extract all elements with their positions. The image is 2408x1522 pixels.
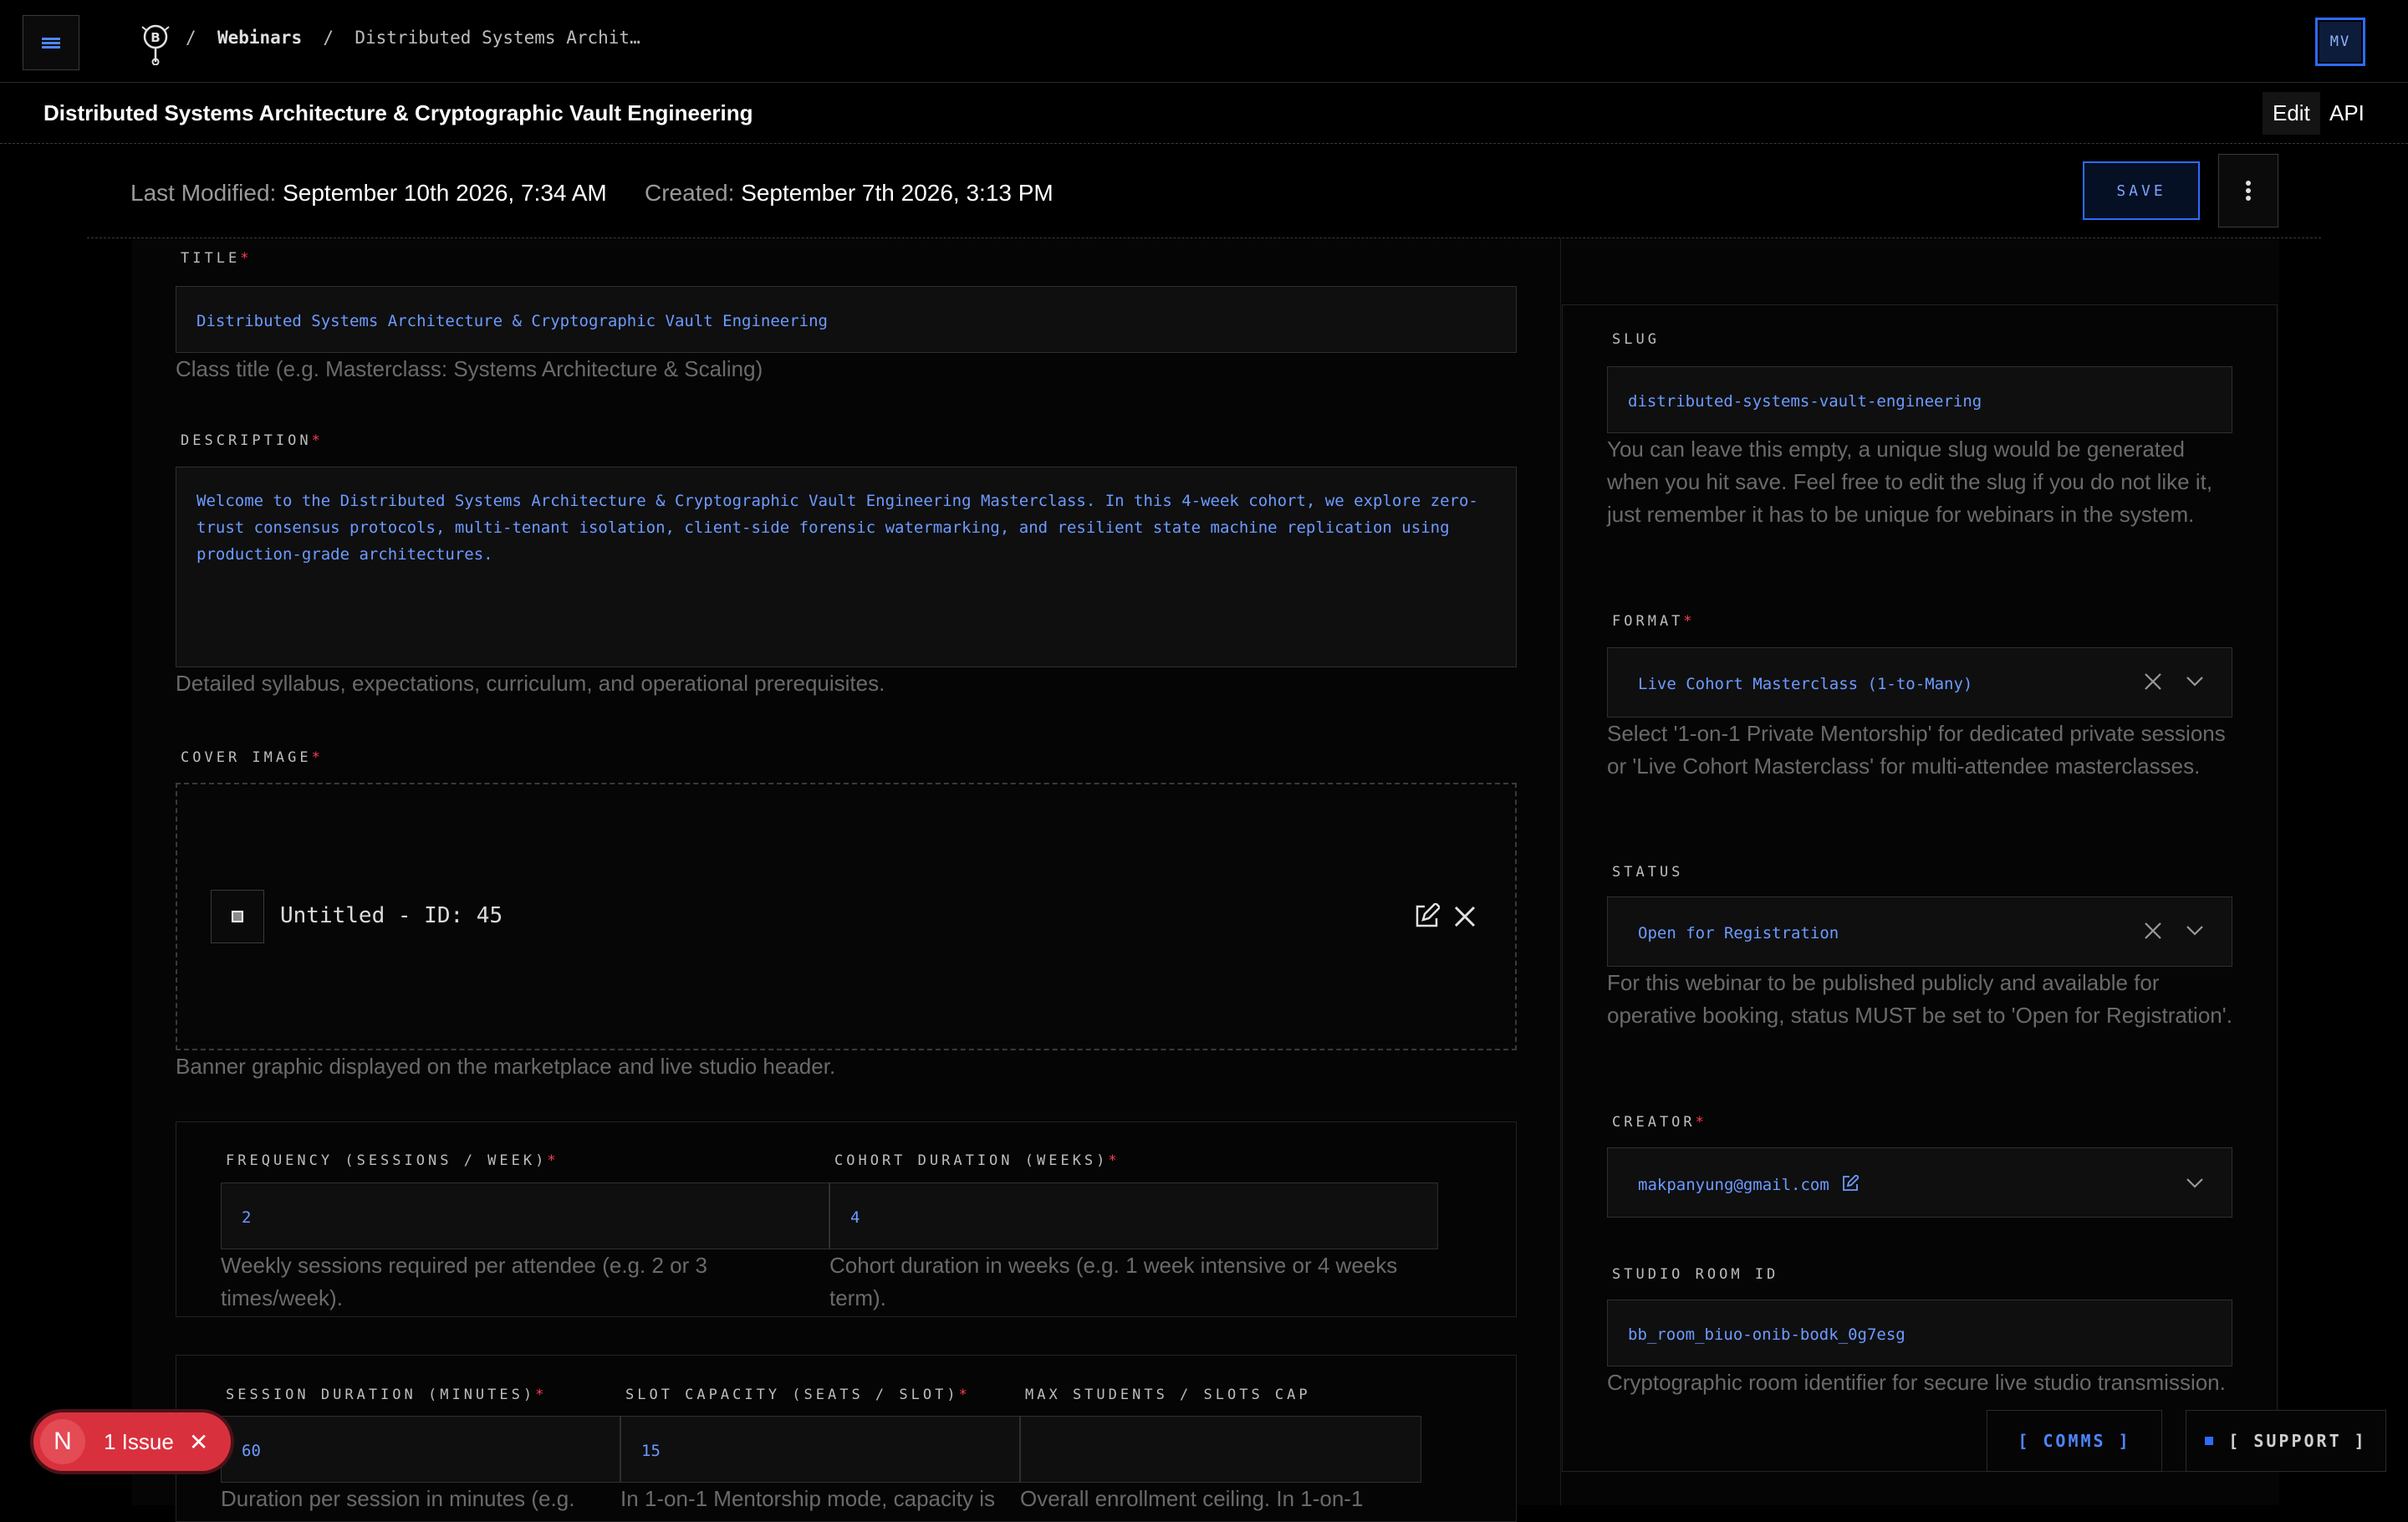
remove-icon[interactable] <box>1453 905 1477 932</box>
frequency-input[interactable]: 2 <box>221 1182 829 1249</box>
clear-status-icon[interactable] <box>2144 922 2162 944</box>
title-label: TITLE* <box>181 250 253 267</box>
frequency-help: Weekly sessions required per attendee (e… <box>221 1253 707 1310</box>
description-help: Detailed syllabus, expectations, curricu… <box>176 671 885 696</box>
slot-capacity-input[interactable]: 15 <box>620 1416 1020 1483</box>
max-students-help: Overall enrollment ceiling. In 1-on-1 <box>1020 1486 1364 1511</box>
issues-badge[interactable]: N 1 Issue ✕ <box>33 1412 231 1471</box>
support-button[interactable]: [ SUPPORT ] <box>2186 1410 2386 1472</box>
page-title: Distributed Systems Architecture & Crypt… <box>43 100 753 125</box>
format-help: Select '1-on-1 Private Mentorship' for d… <box>1607 721 2226 779</box>
format-label: FORMAT* <box>1612 613 1696 630</box>
description-textarea[interactable]: Welcome to the Distributed Systems Archi… <box>176 467 1517 667</box>
created-value: September 7th 2026, 3:13 PM <box>741 180 1054 206</box>
last-modified: Last Modified: September 10th 2026, 7:34… <box>130 180 607 206</box>
slot-capacity-label: SLOT CAPACITY (SEATS / SLOT)* <box>625 1387 971 1403</box>
comms-button[interactable]: [ COMMS ] <box>1987 1410 2162 1472</box>
slot-capacity-help: In 1-on-1 Mentorship mode, capacity is <box>620 1486 995 1511</box>
save-button[interactable]: SAVE <box>2083 161 2200 220</box>
header-divider <box>0 143 2408 144</box>
cover-image-label: COVER IMAGE* <box>181 749 324 766</box>
status-label: STATUS <box>1612 864 1684 881</box>
last-modified-value: September 10th 2026, 7:34 AM <box>283 180 607 206</box>
nav-divider <box>0 82 2408 83</box>
next-logo-icon: N <box>40 1419 85 1464</box>
breadcrumb-separator: / <box>323 28 334 48</box>
edit-icon[interactable] <box>1413 901 1441 934</box>
cohort-duration-help: Cohort duration in weeks (e.g. 1 week in… <box>829 1253 1398 1310</box>
session-duration-input[interactable]: 60 <box>221 1416 620 1483</box>
breadcrumb-webinars[interactable]: Webinars <box>217 28 302 48</box>
tab-edit[interactable]: Edit <box>2263 92 2320 135</box>
close-icon[interactable]: ✕ <box>189 1428 208 1456</box>
title-input[interactable]: Distributed Systems Architecture & Crypt… <box>176 286 1517 353</box>
studio-room-help: Cryptographic room identifier for secure… <box>1607 1370 2226 1395</box>
logo-icon[interactable]: B <box>134 18 177 66</box>
image-icon <box>232 911 243 922</box>
created: Created: September 7th 2026, 3:13 PM <box>645 180 1054 206</box>
frequency-label: FREQUENCY (SESSIONS / WEEK)* <box>226 1152 559 1169</box>
description-label: DESCRIPTION* <box>181 432 324 449</box>
slug-input[interactable]: distributed-systems-vault-engineering <box>1607 366 2232 433</box>
avatar[interactable]: MV <box>2315 18 2365 66</box>
edit-creator-icon[interactable] <box>1842 1173 1860 1196</box>
session-duration-help: Duration per session in minutes (e.g. <box>221 1486 575 1511</box>
chevron-down-icon[interactable] <box>2186 925 2204 941</box>
clear-format-icon[interactable] <box>2144 672 2162 695</box>
slug-help: You can leave this empty, a unique slug … <box>1607 437 2213 527</box>
chevron-down-icon[interactable] <box>2186 676 2204 692</box>
status-select[interactable]: Open for Registration <box>1607 896 2232 967</box>
studio-room-label: STUDIO ROOM ID <box>1612 1266 1779 1283</box>
breadcrumb-current: Distributed Systems Archit… <box>355 28 640 48</box>
session-duration-label: SESSION DURATION (MINUTES)* <box>226 1387 548 1403</box>
format-value: Live Cohort Masterclass (1-to-Many) <box>1638 675 1973 693</box>
tab-api[interactable]: API <box>2329 92 2365 135</box>
title-help: Class title (e.g. Masterclass: Systems A… <box>176 356 763 381</box>
status-value: Open for Registration <box>1638 924 1839 942</box>
status-help: For this webinar to be published publicl… <box>1607 970 2232 1028</box>
status-indicator-icon <box>2205 1437 2214 1445</box>
issue-count: 1 Issue <box>104 1428 174 1454</box>
cohort-duration-input[interactable]: 4 <box>829 1182 1438 1249</box>
creator-value: makpanyung@gmail.com <box>1638 1176 1829 1194</box>
breadcrumb-separator: / <box>186 28 196 48</box>
more-options-button[interactable] <box>2218 154 2278 227</box>
svg-text:B: B <box>150 30 160 45</box>
cover-image-help: Banner graphic displayed on the marketpl… <box>176 1054 836 1079</box>
menu-button[interactable] <box>23 15 79 70</box>
image-thumbnail <box>211 890 264 943</box>
cohort-duration-label: COHORT DURATION (WEEKS)* <box>834 1152 1120 1169</box>
breadcrumb: / Webinars / Distributed Systems Archit… <box>186 28 640 48</box>
format-select[interactable]: Live Cohort Masterclass (1-to-Many) <box>1607 647 2232 718</box>
kebab-icon <box>2246 178 2251 203</box>
studio-room-input[interactable]: bb_room_biuo-onib-bodk_0g7esg <box>1607 1300 2232 1366</box>
slug-label: SLUG <box>1612 331 1660 348</box>
max-students-input[interactable] <box>1020 1416 1421 1483</box>
max-students-label: MAX STUDENTS / SLOTS CAP <box>1025 1387 1311 1403</box>
column-divider <box>1560 238 1561 1505</box>
cover-file-name: Untitled - ID: 45 <box>280 903 503 928</box>
hamburger-icon <box>42 36 60 50</box>
chevron-down-icon[interactable] <box>2186 1177 2204 1193</box>
creator-select[interactable]: makpanyung@gmail.com <box>1607 1147 2232 1218</box>
creator-label: CREATOR* <box>1612 1114 1707 1131</box>
